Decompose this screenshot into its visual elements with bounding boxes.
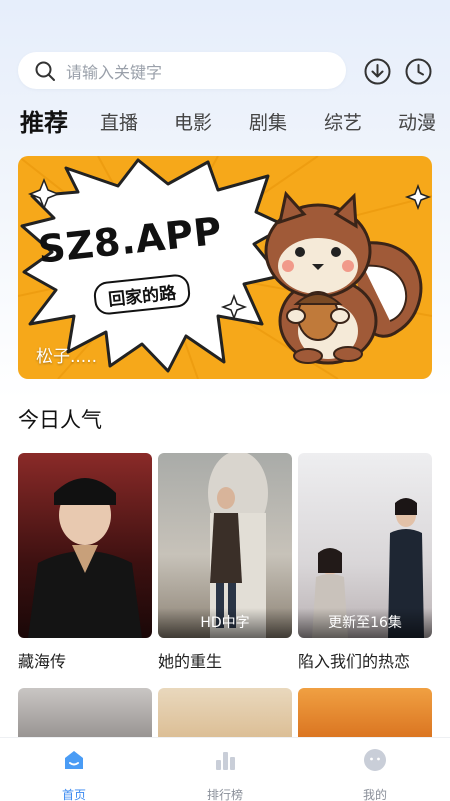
card-title: 陷入我们的热恋 bbox=[298, 652, 411, 671]
poster-image: HD中字 bbox=[158, 453, 292, 638]
card-title: 她的重生 bbox=[158, 652, 223, 671]
profile-icon bbox=[363, 748, 387, 772]
card-title: 藏海传 bbox=[18, 652, 67, 671]
top-bar: 请输入关键字 bbox=[18, 52, 432, 92]
tab-movies[interactable]: 电影 bbox=[174, 104, 212, 142]
nav-home[interactable]: 首页 bbox=[24, 738, 124, 801]
nav-ranking[interactable]: 排行榜 bbox=[175, 738, 275, 801]
tab-series[interactable]: 剧集 bbox=[249, 104, 287, 142]
bottom-nav: 首页 排行榜 我的 bbox=[0, 737, 450, 801]
search-placeholder: 请输入关键字 bbox=[66, 62, 163, 82]
tab-anime[interactable]: 动漫 bbox=[398, 104, 436, 142]
nav-label: 首页 bbox=[61, 788, 86, 801]
poster-badge: 更新至16集 bbox=[298, 608, 432, 638]
history-icon[interactable] bbox=[405, 58, 432, 85]
search-icon bbox=[34, 60, 56, 82]
nav-label: 排行榜 bbox=[206, 788, 243, 801]
category-tabs: 推荐 直播 电影 剧集 综艺 动漫 bbox=[0, 104, 450, 144]
section-title: 今日人气 bbox=[18, 408, 102, 432]
poster-image bbox=[18, 453, 152, 638]
poster-image: 更新至16集 bbox=[298, 453, 432, 638]
tab-recommend[interactable]: 推荐 bbox=[20, 104, 68, 142]
tab-live[interactable]: 直播 bbox=[100, 104, 138, 142]
poster-badge: HD中字 bbox=[158, 608, 292, 638]
banner-caption: 松子..... bbox=[36, 347, 98, 367]
video-card[interactable]: 藏海传 bbox=[18, 453, 152, 672]
tab-variety[interactable]: 综艺 bbox=[324, 104, 362, 142]
home-icon bbox=[62, 748, 86, 772]
nav-profile[interactable]: 我的 bbox=[325, 738, 425, 801]
nav-label: 我的 bbox=[362, 788, 387, 801]
video-card[interactable]: 更新至16集 陷入我们的热恋 bbox=[298, 453, 432, 672]
video-card[interactable]: HD中字 她的重生 bbox=[158, 453, 292, 672]
search-bar[interactable]: 请输入关键字 bbox=[18, 52, 346, 89]
download-icon[interactable] bbox=[364, 58, 391, 85]
chart-icon bbox=[213, 748, 237, 772]
